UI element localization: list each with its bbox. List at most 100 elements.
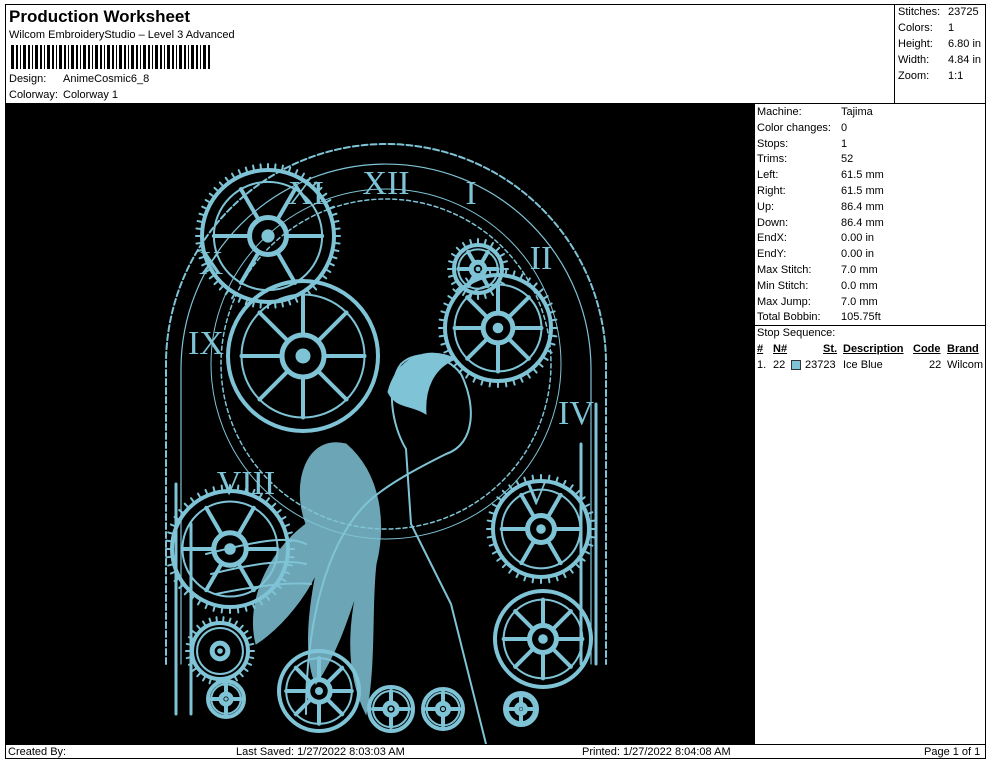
divider: [755, 325, 986, 326]
colors-row: Colors: 1: [898, 22, 954, 34]
summary-value: 1:1: [948, 70, 964, 82]
spec-row: Down: 86.4 mm: [757, 217, 884, 229]
spec-row: Machine: Tajima: [757, 106, 873, 118]
page-number: Page 1 of 1: [924, 746, 981, 758]
summary-label: Stitches:: [898, 6, 941, 18]
svg-text:XII: XII: [362, 165, 409, 202]
spec-label: Total Bobbin:: [757, 311, 821, 324]
spec-value: 0: [841, 121, 848, 134]
height-row: Height: 6.80 in: [898, 38, 981, 50]
spec-label: Down:: [757, 216, 789, 229]
svg-text:X: X: [199, 245, 224, 282]
spec-label: Up:: [757, 200, 775, 213]
spec-row: Right: 61.5 mm: [757, 185, 884, 197]
row-code: 22: [929, 359, 942, 371]
printed-date: Printed: 1/27/2022 8:04:08 AM: [582, 746, 731, 758]
summary-value: 23725: [948, 6, 979, 18]
machine-specs-panel: Machine: Tajima Color changes: 0 Stops: 1 Trim…: [754, 104, 986, 744]
summary-label: Colors:: [898, 22, 933, 34]
design-value: AnimeCosmic6_8: [63, 73, 150, 85]
design-row: Design: AnimeCosmic6_8: [9, 73, 149, 85]
colorway-row: Colorway: Colorway 1: [9, 89, 118, 101]
spec-label: Color changes:: [757, 121, 831, 134]
zoom-row: Zoom: 1:1: [898, 70, 963, 82]
svg-text:IV: IV: [558, 395, 594, 432]
spec-value: 105.75ft: [841, 311, 881, 324]
row-description: Ice Blue: [843, 359, 883, 371]
worksheet-header: Production Worksheet Wilcom EmbroiderySt…: [6, 5, 895, 104]
stitches-row: Stitches: 23725: [898, 6, 979, 18]
summary-value: 4.84 in: [948, 54, 982, 66]
worksheet-footer: Created By: Last Saved: 1/27/2022 8:03:0…: [6, 744, 986, 759]
spec-row: Max Stitch: 7.0 mm: [757, 264, 878, 276]
summary-value: 1: [948, 22, 955, 34]
row-stitches: 23723: [805, 359, 836, 371]
row-brand: Wilcom: [947, 359, 984, 371]
spec-value: 61.5 mm: [841, 185, 884, 197]
design-preview[interactable]: XII I II IV V VIII IX X XI: [6, 104, 754, 744]
spec-label: Max Stitch:: [757, 264, 812, 276]
summary-label: Height:: [898, 38, 933, 50]
spec-value: Tajima: [841, 106, 873, 118]
col-num-header: #: [757, 343, 764, 355]
svg-text:XI: XI: [288, 175, 324, 212]
svg-text:V: V: [524, 475, 549, 512]
spec-row: Total Bobbin: 105.75ft: [757, 311, 881, 323]
svg-text:IX: IX: [188, 325, 224, 362]
created-by: Created By:: [8, 746, 67, 758]
spec-value: 7.0 mm: [841, 264, 878, 276]
summary-value: 6.80 in: [948, 38, 982, 50]
barcode: [11, 45, 210, 69]
spec-row: Color changes: 0: [757, 122, 847, 134]
svg-text:II: II: [530, 240, 553, 277]
spec-value: 86.4 mm: [841, 216, 884, 229]
spec-value: 1: [841, 137, 848, 150]
spec-row: Up: 86.4 mm: [757, 201, 884, 213]
color-swatch: [791, 360, 801, 370]
stop-sequence-title: Stop Sequence:: [757, 327, 836, 339]
summary-label: Zoom:: [898, 70, 930, 82]
col-description-header: Description: [843, 343, 904, 355]
row-num: 1.: [757, 359, 767, 371]
spec-value: 61.5 mm: [841, 169, 884, 182]
colorway-label: Colorway:: [9, 89, 58, 101]
page-title: Production Worksheet: [9, 7, 191, 26]
spec-label: Machine:: [757, 106, 802, 118]
spec-value: 0.00 in: [841, 232, 875, 245]
spec-label: EndY:: [757, 248, 787, 261]
svg-text:VIII: VIII: [217, 465, 276, 502]
spec-label: Trims:: [757, 153, 788, 166]
width-row: Width: 4.84 in: [898, 54, 981, 66]
spec-value: 86.4 mm: [841, 200, 884, 213]
col-brand-header: Brand: [947, 343, 979, 355]
embroidery-design-image: XII IIIIVVVIIIIXXXI: [165, 143, 607, 744]
spec-value: 52: [841, 153, 854, 166]
spec-row: Left: 61.5 mm: [757, 169, 884, 181]
spec-row: EndY: 0.00 in: [757, 248, 874, 260]
spec-row: Min Stitch: 0.0 mm: [757, 280, 878, 292]
spec-row: Max Jump: 7.0 mm: [757, 296, 878, 308]
row-needle: 22: [773, 359, 786, 371]
spec-row: EndX: 0.00 in: [757, 232, 874, 244]
colorway-value: Colorway 1: [63, 89, 119, 101]
last-saved: Last Saved: 1/27/2022 8:03:03 AM: [236, 746, 405, 758]
spec-label: Stops:: [757, 137, 789, 150]
spec-value: 0.00 in: [841, 248, 875, 261]
spec-label: Min Stitch:: [757, 279, 809, 292]
software-name: Wilcom EmbroideryStudio – Level 3 Advanc…: [9, 29, 235, 41]
spec-value: 0.0 mm: [841, 279, 878, 292]
svg-text:I: I: [465, 175, 476, 212]
summary-panel: Stitches: 23725 Colors: 1 Height: 6.80 in W…: [895, 5, 986, 104]
col-st-header: St.: [823, 343, 838, 355]
spec-row: Stops: 1: [757, 138, 847, 150]
spec-label: Left:: [757, 169, 779, 182]
col-n-header: N#: [773, 343, 788, 355]
spec-label: Right:: [757, 185, 786, 197]
spec-label: Max Jump:: [757, 295, 811, 308]
design-label: Design:: [9, 73, 47, 85]
spec-value: 7.0 mm: [841, 295, 878, 308]
summary-label: Width:: [898, 54, 930, 66]
col-code-header: Code: [913, 343, 941, 355]
worksheet: Production Worksheet Wilcom EmbroiderySt…: [5, 4, 986, 759]
spec-row: Trims: 52: [757, 153, 853, 165]
